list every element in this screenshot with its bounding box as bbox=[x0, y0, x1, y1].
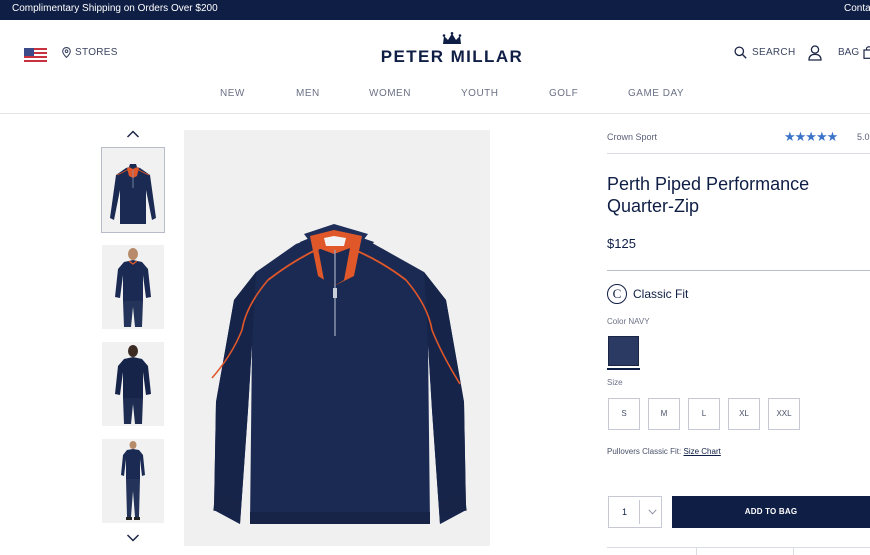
quantity-value: 1 bbox=[622, 507, 628, 517]
quantity-divider bbox=[639, 500, 640, 524]
divider bbox=[607, 153, 870, 154]
thumbnail-model-back[interactable] bbox=[102, 342, 164, 426]
nav-item-new[interactable]: NEW bbox=[220, 88, 245, 99]
nav-item-men[interactable]: MEN bbox=[296, 88, 320, 99]
stores-label: STORES bbox=[75, 47, 118, 58]
fit-label: Classic Fit bbox=[633, 287, 689, 301]
main-product-image[interactable] bbox=[184, 130, 490, 546]
stores-link[interactable]: STORES bbox=[62, 47, 118, 58]
model-back-thumbnail-image bbox=[102, 342, 164, 426]
size-option-xl[interactable]: XL bbox=[728, 398, 760, 430]
divider bbox=[607, 270, 870, 271]
size-chart-line: Pullovers Classic Fit: Size Chart bbox=[607, 447, 721, 456]
divider bbox=[793, 547, 794, 555]
user-icon[interactable] bbox=[808, 45, 822, 61]
search-button[interactable]: SEARCH bbox=[734, 46, 795, 59]
color-swatch-navy[interactable] bbox=[607, 335, 640, 370]
swatch-fill bbox=[608, 336, 639, 366]
bag-label: BAG bbox=[838, 47, 860, 58]
divider bbox=[696, 547, 697, 555]
crown-icon bbox=[442, 32, 462, 44]
chevron-down-icon bbox=[648, 509, 657, 515]
thumbnail-front[interactable] bbox=[101, 147, 165, 233]
contact-link[interactable]: Conta bbox=[844, 0, 870, 18]
fit-info[interactable]: C Classic Fit bbox=[607, 284, 688, 304]
bag-icon bbox=[863, 46, 870, 59]
promo-text: Complimentary Shipping on Orders Over $2… bbox=[12, 3, 218, 14]
nav-item-game-day[interactable]: GAME DAY bbox=[628, 88, 684, 99]
thumbnail-model-front[interactable] bbox=[102, 245, 164, 329]
nav-item-women[interactable]: WOMEN bbox=[369, 88, 411, 99]
quarter-zip-product-image bbox=[184, 130, 490, 546]
logo-wordmark: PETER MILLAR bbox=[380, 47, 524, 66]
nav-item-golf[interactable]: GOLF bbox=[549, 88, 578, 99]
brand-line[interactable]: Crown Sport bbox=[607, 132, 657, 142]
product-price: $125 bbox=[607, 236, 636, 251]
chevron-up-icon[interactable] bbox=[126, 129, 140, 139]
size-option-m[interactable]: M bbox=[648, 398, 680, 430]
classic-fit-icon: C bbox=[607, 284, 627, 304]
product-thumbnail-image bbox=[102, 148, 164, 232]
size-option-l[interactable]: L bbox=[688, 398, 720, 430]
rating-value: 5.0 bbox=[857, 132, 870, 142]
size-option-s[interactable]: S bbox=[608, 398, 640, 430]
rating-stars[interactable]: ★★★★★ bbox=[784, 129, 838, 145]
quantity-select[interactable]: 1 bbox=[608, 496, 662, 528]
add-to-bag-button[interactable]: ADD TO BAG bbox=[672, 496, 870, 528]
main-nav: NEW MEN WOMEN YOUTH GOLF GAME DAY bbox=[0, 88, 870, 104]
model-thumbnail-image bbox=[102, 245, 164, 329]
size-chart-prefix: Pullovers Classic Fit: bbox=[607, 447, 682, 456]
model-full-thumbnail-image bbox=[102, 439, 164, 523]
thumbnail-model-full[interactable] bbox=[102, 439, 164, 523]
chevron-down-icon[interactable] bbox=[126, 533, 140, 543]
bag-button[interactable]: BAG bbox=[838, 46, 870, 59]
color-label: Color NAVY bbox=[607, 317, 650, 326]
search-label: SEARCH bbox=[752, 47, 796, 58]
map-pin-icon bbox=[62, 47, 71, 58]
size-option-xxl[interactable]: XXL bbox=[768, 398, 800, 430]
nav-item-youth[interactable]: YOUTH bbox=[461, 88, 499, 99]
size-label: Size bbox=[607, 378, 623, 387]
product-title: Perth Piped Performance Quarter-Zip bbox=[607, 174, 810, 216]
divider bbox=[607, 547, 870, 548]
size-chart-link[interactable]: Size Chart bbox=[683, 447, 720, 456]
search-icon bbox=[734, 46, 747, 59]
us-flag-icon[interactable] bbox=[24, 48, 47, 62]
promo-bar: Complimentary Shipping on Orders Over $2… bbox=[0, 0, 870, 20]
site-logo[interactable]: PETER MILLAR bbox=[372, 32, 532, 67]
site-header: STORES PETER MILLAR SEARCH BAG NEW MEN W… bbox=[0, 20, 870, 114]
